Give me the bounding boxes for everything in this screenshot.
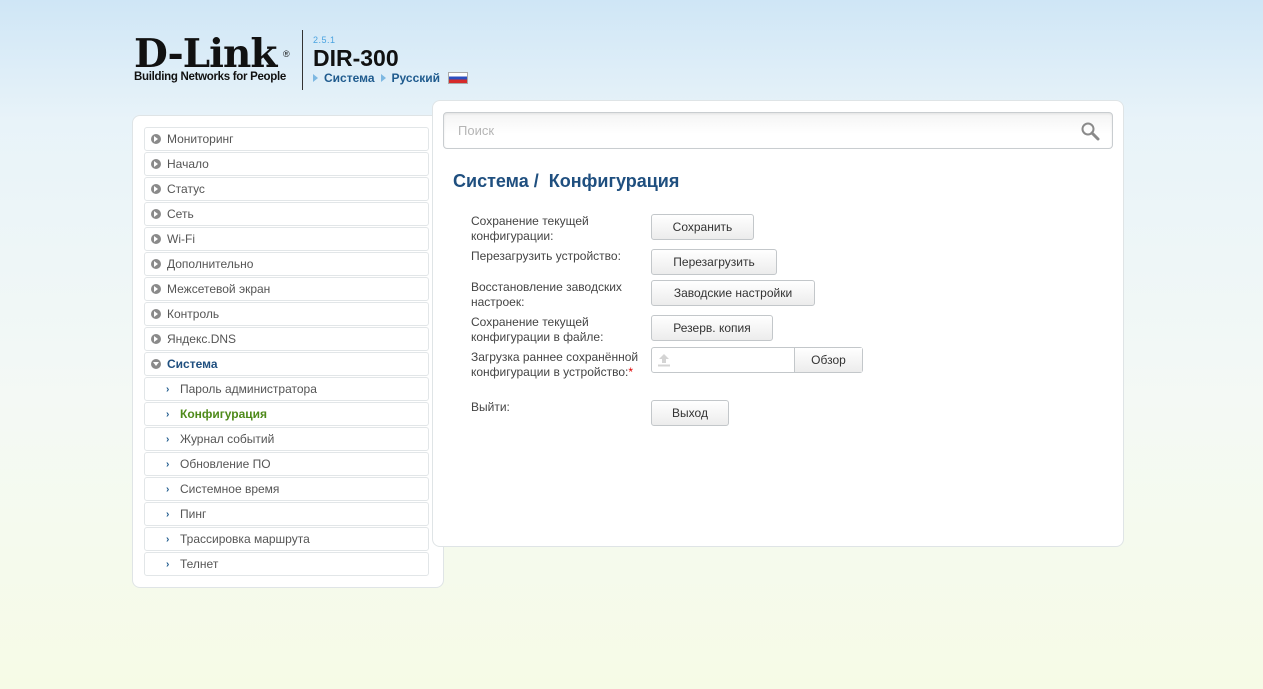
logo-registered-mark: ® [283, 49, 290, 59]
sidebar-subitem-label: Системное время [180, 482, 280, 496]
chevron-right-icon: › [166, 558, 170, 570]
sidebar-subitem-traceroute[interactable]: › Трассировка маршрута [144, 527, 429, 551]
sidebar-item-start[interactable]: Начало [144, 152, 429, 176]
sidebar-subitem-label: Трассировка маршрута [180, 532, 310, 546]
page-title-page: Конфигурация [548, 171, 680, 191]
main-panel: Система / Конфигурация Сохранение текуще… [432, 100, 1124, 547]
restore-config-label-text: Загрузка раннее сохранённой конфигурации… [471, 350, 639, 379]
sidebar-subitem-label: Телнет [180, 557, 219, 571]
reboot-button[interactable]: Перезагрузить [651, 249, 777, 275]
sidebar-item-advanced[interactable]: Дополнительно [144, 252, 429, 276]
logo-brand: D-Link ® [134, 34, 294, 74]
sidebar-subitem-telnet[interactable]: › Телнет [144, 552, 429, 576]
chevron-right-icon: › [166, 433, 170, 445]
logout-label: Выйти: [471, 400, 510, 414]
backup-label: Сохранение текущей конфигурации в файле: [471, 315, 604, 344]
expand-arrow-icon [151, 259, 161, 269]
collapse-arrow-icon [151, 359, 161, 369]
breadcrumb-arrow-icon [380, 74, 386, 82]
sidebar-subitem-ping[interactable]: › Пинг [144, 502, 429, 526]
expand-arrow-icon [151, 284, 161, 294]
firmware-version: 2.5.1 [313, 35, 336, 45]
chevron-right-icon: › [166, 508, 170, 520]
sidebar-item-label: Система [167, 357, 218, 371]
russia-flag-icon[interactable] [448, 72, 469, 84]
config-file-field: Обзор [651, 347, 863, 373]
search-box [443, 112, 1113, 149]
header-divider [302, 30, 303, 90]
sidebar-item-monitoring[interactable]: Мониторинг [144, 127, 429, 151]
expand-arrow-icon [151, 234, 161, 244]
restore-config-label: Загрузка раннее сохранённой конфигурации… [471, 350, 646, 380]
logo-brand-text: D-Link [134, 31, 277, 77]
sidebar-item-label: Контроль [167, 307, 220, 321]
breadcrumb-arrow-icon [313, 74, 318, 82]
sidebar-subitem-system-time[interactable]: › Системное время [144, 477, 429, 501]
sidebar-item-label: Яндекс.DNS [167, 332, 237, 346]
sidebar-menu: Мониторинг Начало Статус Сеть Wi-Fi Допо… [132, 115, 444, 588]
save-button[interactable]: Сохранить [651, 214, 754, 240]
required-mark: * [628, 365, 634, 379]
chevron-right-icon: › [166, 383, 170, 395]
sidebar-subitem-configuration[interactable]: › Конфигурация [144, 402, 429, 426]
model-name: DIR-300 [313, 45, 399, 71]
sidebar-subitem-admin-password[interactable]: › Пароль администратора [144, 377, 429, 401]
chevron-right-icon: › [166, 533, 170, 545]
search-icon[interactable] [1080, 121, 1100, 141]
sidebar-subitem-firmware-update[interactable]: › Обновление ПО [144, 452, 429, 476]
chevron-right-icon: › [166, 483, 170, 495]
sidebar-subitem-label: Пинг [180, 507, 207, 521]
backup-button[interactable]: Резерв. копия [651, 315, 773, 341]
header-breadcrumb: Система Русский [313, 71, 469, 85]
sidebar-item-label: Мониторинг [167, 132, 234, 146]
config-file-path[interactable] [652, 348, 794, 372]
language-selector[interactable]: Русский [392, 71, 441, 85]
reboot-label: Перезагрузить устройство: [471, 249, 621, 263]
sidebar-subitem-label: Журнал событий [180, 432, 275, 446]
sidebar-item-label: Статус [167, 182, 205, 196]
sidebar-subitem-event-log[interactable]: › Журнал событий [144, 427, 429, 451]
chevron-right-icon: › [166, 458, 170, 470]
save-config-label: Сохранение текущей конфигурации: [471, 214, 589, 243]
page-title: Система / Конфигурация [453, 171, 679, 192]
factory-reset-label: Восстановление заводских настроек: [471, 280, 622, 309]
sidebar-subitem-label: Конфигурация [180, 407, 268, 421]
sidebar-item-label: Дополнительно [167, 257, 254, 271]
sidebar-item-status[interactable]: Статус [144, 177, 429, 201]
factory-reset-button[interactable]: Заводские настройки [651, 280, 815, 306]
page-title-section: Система / [453, 171, 539, 191]
search-input[interactable] [444, 113, 1044, 148]
sidebar-item-yandex-dns[interactable]: Яндекс.DNS [144, 327, 429, 351]
sidebar-subitem-label: Пароль администратора [180, 382, 317, 396]
sidebar-item-control[interactable]: Контроль [144, 302, 429, 326]
sidebar-item-system[interactable]: Система [144, 352, 429, 376]
chevron-right-icon: › [166, 408, 170, 420]
sidebar-item-network[interactable]: Сеть [144, 202, 429, 226]
expand-arrow-icon [151, 134, 161, 144]
sidebar-item-label: Межсетевой экран [167, 282, 271, 296]
expand-arrow-icon [151, 159, 161, 169]
expand-arrow-icon [151, 209, 161, 219]
logout-button[interactable]: Выход [651, 400, 729, 426]
sidebar-item-wifi[interactable]: Wi-Fi [144, 227, 429, 251]
sidebar-item-label: Wi-Fi [167, 232, 195, 246]
sidebar-item-firewall[interactable]: Межсетевой экран [144, 277, 429, 301]
sidebar-subitem-label: Обновление ПО [180, 457, 271, 471]
expand-arrow-icon [151, 309, 161, 319]
sidebar-item-label: Начало [167, 157, 209, 171]
breadcrumb-system-link[interactable]: Система [324, 71, 375, 85]
expand-arrow-icon [151, 334, 161, 344]
dlink-logo: D-Link ® Building Networks for People [134, 34, 294, 88]
upload-icon [658, 354, 670, 367]
expand-arrow-icon [151, 184, 161, 194]
browse-button[interactable]: Обзор [794, 348, 862, 372]
sidebar-item-label: Сеть [167, 207, 194, 221]
